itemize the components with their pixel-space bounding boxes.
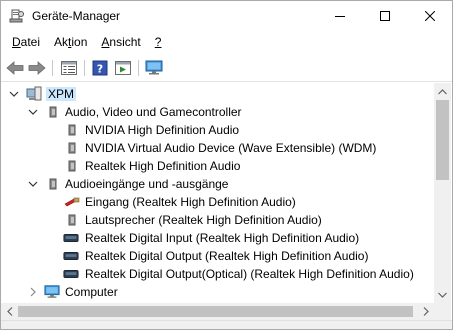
title-bar: Geräte-Manager [1, 1, 452, 31]
computer-icon [26, 86, 42, 102]
tree-item[interactable]: Realtek Digital Output (Realtek High Def… [1, 247, 434, 265]
scroll-up-button[interactable] [434, 83, 451, 100]
speaker-icon [45, 104, 61, 120]
chevron-down-icon[interactable] [9, 89, 19, 99]
scan-hardware-button[interactable] [144, 58, 164, 78]
help-icon: ? [92, 60, 108, 76]
tree-category-audio-video[interactable]: Audio, Video und Gamecontroller [1, 103, 434, 121]
tree-item[interactable]: Lautsprecher (Realtek High Definition Au… [1, 211, 434, 229]
close-icon [424, 11, 435, 21]
digital-port-icon [63, 266, 79, 282]
chevron-down-icon[interactable] [28, 179, 38, 189]
speaker-icon [64, 122, 80, 138]
tree-item[interactable]: Eingang (Realtek High Definition Audio) [1, 193, 434, 211]
device-manager-icon [9, 8, 25, 24]
chevron-right-icon [423, 307, 429, 316]
status-bar [1, 320, 452, 329]
scroll-down-button[interactable] [434, 286, 451, 303]
horizontal-scrollbar[interactable] [1, 303, 434, 320]
device-label: Realtek Digital Output(Optical) (Realtek… [85, 267, 414, 281]
monitor-icon [145, 60, 163, 75]
category-label: Audioeingänge und -ausgänge [65, 177, 229, 191]
maximize-button[interactable] [362, 1, 407, 31]
menu-datei[interactable]: Datei [5, 32, 47, 52]
toolbar: ? [1, 54, 452, 82]
toolbar-separator [138, 60, 139, 76]
vertical-scrollbar[interactable] [434, 83, 451, 303]
scrollbar-corner [434, 303, 451, 320]
chevron-down-icon [438, 292, 447, 298]
device-label: Eingang (Realtek High Definition Audio) [85, 195, 296, 209]
menu-aktion[interactable]: Aktion [47, 32, 94, 52]
monitor-icon [44, 284, 60, 300]
toolbar-separator [84, 60, 85, 76]
properties-icon [61, 61, 77, 75]
tree-item[interactable]: Realtek High Definition Audio [1, 157, 434, 175]
scroll-left-button[interactable] [1, 303, 18, 320]
forward-icon [28, 61, 46, 75]
chevron-up-icon [438, 88, 447, 94]
digital-port-icon [63, 230, 79, 246]
menu-ansicht[interactable]: Ansicht [94, 32, 147, 52]
properties-button[interactable] [59, 58, 79, 78]
device-label: Realtek Digital Input (Realtek High Defi… [85, 231, 360, 245]
tree-category-computer[interactable]: Computer [1, 283, 434, 301]
device-label: NVIDIA High Definition Audio [85, 123, 240, 137]
menu-bar: Datei Aktion Ansicht ? [1, 32, 452, 52]
speaker-icon [64, 158, 80, 174]
back-icon [6, 61, 24, 75]
device-label: Realtek High Definition Audio [85, 159, 241, 173]
back-button[interactable] [5, 58, 25, 78]
menu-help[interactable]: ? [148, 32, 169, 52]
forward-button[interactable] [27, 58, 47, 78]
device-manager-window: Geräte-Manager Datei Aktion Ansicht ? ? [0, 0, 453, 330]
tree-item[interactable]: NVIDIA Virtual Audio Device (Wave Extens… [1, 139, 434, 157]
device-label: Realtek Digital Output (Realtek High Def… [85, 249, 369, 263]
svg-text:?: ? [97, 63, 103, 76]
toolbar-separator [52, 60, 53, 76]
tree-item[interactable]: Realtek Digital Input (Realtek High Defi… [1, 229, 434, 247]
device-tree: XPM Audio, Video und Gamecontroller NVID… [1, 83, 434, 303]
scroll-right-button[interactable] [417, 303, 434, 320]
minimize-icon [334, 16, 345, 17]
window-title: Geräte-Manager [32, 9, 121, 23]
chevron-left-icon [6, 307, 12, 316]
vertical-scroll-thumb[interactable] [436, 100, 449, 180]
tree-category-audio-io[interactable]: Audioeingänge und -ausgänge [1, 175, 434, 193]
speaker-icon [64, 212, 80, 228]
maximize-icon [379, 11, 390, 21]
speaker-icon [64, 140, 80, 156]
close-button[interactable] [407, 1, 452, 31]
run-icon [115, 61, 131, 75]
digital-port-icon [63, 248, 79, 264]
minimize-button[interactable] [317, 1, 362, 31]
category-label: Audio, Video und Gamecontroller [65, 105, 242, 119]
chevron-down-icon[interactable] [28, 107, 38, 117]
device-label: NVIDIA Virtual Audio Device (Wave Extens… [85, 141, 377, 155]
run-button[interactable] [113, 58, 133, 78]
tree-item[interactable]: NVIDIA High Definition Audio [1, 121, 434, 139]
horizontal-scroll-thumb[interactable] [18, 306, 413, 317]
tree-item[interactable]: Realtek Digital Output(Optical) (Realtek… [1, 265, 434, 283]
category-label: Computer [65, 285, 118, 299]
device-label: Lautsprecher (Realtek High Definition Au… [85, 213, 322, 227]
speaker-icon [45, 176, 61, 192]
tree-root-xpm[interactable]: XPM [1, 85, 434, 103]
tree-root-label: XPM [46, 87, 77, 101]
line-in-icon [64, 194, 80, 210]
chevron-right-icon[interactable] [28, 287, 38, 297]
help-button[interactable]: ? [90, 58, 110, 78]
